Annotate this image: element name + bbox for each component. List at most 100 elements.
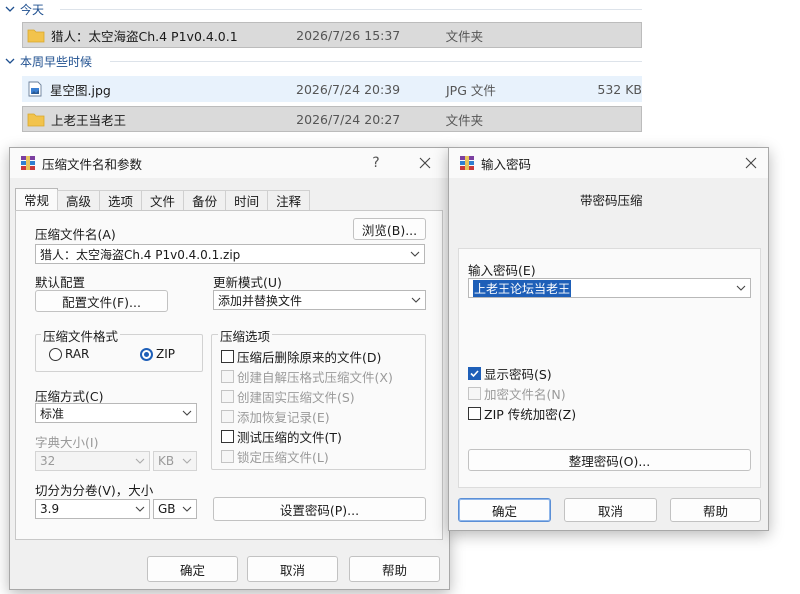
chevron-down-icon — [135, 506, 145, 512]
password-input[interactable]: 上老王论坛当老王 — [468, 278, 751, 298]
split-volume-label: 切分为分卷(V)，大小 — [35, 483, 154, 498]
checkbox-box — [468, 407, 481, 420]
checkbox-label: 显示密码(S) — [484, 367, 552, 382]
dict-unit-select[interactable]: KB — [153, 451, 197, 471]
checkbox-label: 测试压缩的文件(T) — [237, 430, 342, 445]
set-password-button[interactable]: 设置密码(P)... — [213, 497, 426, 521]
close-button[interactable] — [405, 148, 445, 178]
radio-circle — [49, 347, 62, 361]
tab-label: 注释 — [276, 194, 302, 209]
checkbox-box — [468, 367, 481, 380]
split-unit-select[interactable]: GB — [153, 499, 197, 519]
help-button[interactable]: 帮助 — [670, 498, 761, 522]
archive-tabs: 常规 高级 选项 文件 备份 时间 注释 — [15, 188, 311, 210]
tab-time[interactable]: 时间 — [225, 190, 269, 210]
file-size: 532 KB — [597, 81, 642, 97]
update-mode-value: 添加并替换文件 — [218, 293, 303, 308]
file-date: 2026/7/24 20:39 — [296, 81, 401, 97]
archive-name-input[interactable]: 猎人：太空海盗Ch.4 P1v0.4.0.1.zip — [35, 244, 425, 264]
winrar-icon — [460, 156, 474, 170]
group-header-label: 今天 — [20, 2, 45, 17]
update-mode-select[interactable]: 添加并替换文件 — [213, 290, 426, 310]
dict-size-label: 字典大小(I) — [35, 435, 99, 450]
cancel-button[interactable]: 取消 — [247, 556, 338, 582]
profile-button[interactable]: 配置文件(F)... — [35, 290, 168, 312]
tab-label: 时间 — [234, 194, 260, 209]
tab-label: 高级 — [66, 194, 92, 209]
create-solid-checkbox[interactable]: 创建固实压缩文件(S) — [221, 387, 355, 406]
zip-legacy-encryption-checkbox[interactable]: ZIP 传统加密(Z) — [468, 404, 576, 423]
tab-backup[interactable]: 备份 — [183, 190, 227, 210]
chevron-down-icon — [4, 3, 16, 15]
test-archive-checkbox[interactable]: 测试压缩的文件(T) — [221, 427, 342, 446]
help-titlebar-button[interactable]: ? — [356, 148, 396, 178]
archive-dialog: 压缩文件名和参数 ? 常规 高级 选项 文件 备份 时间 注释 压缩文件名(A)… — [9, 147, 450, 590]
chevron-down-icon[interactable] — [410, 249, 420, 259]
checkbox-box — [221, 450, 234, 463]
checkbox-box — [221, 370, 234, 383]
create-sfx-checkbox[interactable]: 创建自解压格式压缩文件(X) — [221, 367, 393, 386]
group-header-earlier-this-week[interactable]: 本周早些时候 — [4, 52, 92, 70]
method-select[interactable]: 标准 — [35, 403, 197, 423]
tab-general[interactable]: 常规 — [15, 188, 59, 210]
file-date: 2026/7/26 15:37 — [296, 27, 401, 43]
delete-after-checkbox[interactable]: 压缩后删除原来的文件(D) — [221, 347, 381, 366]
tab-label: 常规 — [24, 193, 50, 208]
group-header-today[interactable]: 今天 — [4, 0, 44, 18]
archive-name-label: 压缩文件名(A) — [35, 227, 116, 242]
dict-unit-value: KB — [158, 454, 175, 468]
archive-name-value: 猎人：太空海盗Ch.4 P1v0.4.0.1.zip — [40, 247, 241, 262]
chevron-down-icon — [182, 458, 192, 464]
default-profile-label: 默认配置 — [35, 275, 86, 290]
encrypt-filenames-checkbox[interactable]: 加密文件名(N) — [468, 384, 566, 403]
password-dialog-title: 输入密码 — [481, 156, 532, 172]
file-name: 上老王当老王 — [51, 112, 127, 128]
radio-label: ZIP — [156, 347, 175, 361]
tab-comment[interactable]: 注释 — [267, 190, 311, 210]
chevron-down-icon — [182, 410, 192, 416]
tab-advanced[interactable]: 高级 — [57, 190, 101, 210]
archive-dialog-title: 压缩文件名和参数 — [42, 156, 143, 172]
password-dialog-titlebar[interactable]: 输入密码 — [449, 148, 768, 178]
file-row-image-starmap[interactable]: 星空图.jpg 2026/7/24 20:39 JPG 文件 532 KB — [22, 76, 642, 102]
recovery-record-checkbox[interactable]: 添加恢复记录(E) — [221, 407, 330, 426]
file-row-folder-laowang[interactable]: 上老王当老王 2026/7/24 20:27 文件夹 — [22, 106, 642, 132]
ok-button[interactable]: 确定 — [458, 498, 551, 522]
format-zip-radio[interactable]: ZIP — [140, 347, 175, 361]
checkbox-box — [468, 387, 481, 400]
file-date: 2026/7/24 20:27 — [296, 111, 401, 127]
file-name: 星空图.jpg — [50, 82, 111, 98]
lock-archive-checkbox[interactable]: 锁定压缩文件(L) — [221, 447, 329, 466]
dict-size-select[interactable]: 32 — [35, 451, 150, 471]
tab-label: 备份 — [192, 194, 218, 209]
ok-button[interactable]: 确定 — [147, 556, 238, 582]
checkbox-label: 锁定压缩文件(L) — [237, 450, 329, 465]
checkbox-label: 压缩后删除原来的文件(D) — [237, 350, 382, 365]
close-icon — [419, 157, 431, 169]
format-rar-radio[interactable]: RAR — [49, 347, 89, 361]
split-size-value: 3.9 — [40, 502, 60, 516]
browse-button[interactable]: 浏览(B)... — [353, 218, 426, 240]
organize-passwords-button[interactable]: 整理密码(O)... — [468, 449, 751, 471]
cancel-button[interactable]: 取消 — [564, 498, 657, 522]
winrar-icon — [21, 156, 35, 170]
file-row-folder-hunter[interactable]: 猎人：太空海盗Ch.4 P1v0.4.0.1 2026/7/26 15:37 文… — [22, 22, 642, 48]
tab-options[interactable]: 选项 — [99, 190, 143, 210]
dict-size-value: 32 — [40, 454, 56, 468]
checkbox-label: 加密文件名(N) — [484, 387, 566, 402]
chevron-down-icon — [135, 458, 145, 464]
help-button[interactable]: 帮助 — [349, 556, 440, 582]
tab-label: 选项 — [108, 194, 134, 209]
format-group-label: 压缩文件格式 — [41, 326, 121, 345]
chevron-down-icon — [411, 297, 421, 303]
tab-files[interactable]: 文件 — [141, 190, 185, 210]
check-icon — [470, 370, 479, 378]
group-header-label: 本周早些时候 — [20, 54, 93, 69]
split-size-input[interactable]: 3.9 — [35, 499, 150, 519]
checkbox-label: 创建自解压格式压缩文件(X) — [237, 370, 393, 385]
chevron-down-icon[interactable] — [736, 283, 746, 293]
close-button[interactable] — [731, 148, 771, 178]
options-group-label: 压缩选项 — [218, 326, 273, 345]
file-name: 猎人：太空海盗Ch.4 P1v0.4.0.1 — [51, 28, 238, 44]
show-password-checkbox[interactable]: 显示密码(S) — [468, 364, 552, 383]
